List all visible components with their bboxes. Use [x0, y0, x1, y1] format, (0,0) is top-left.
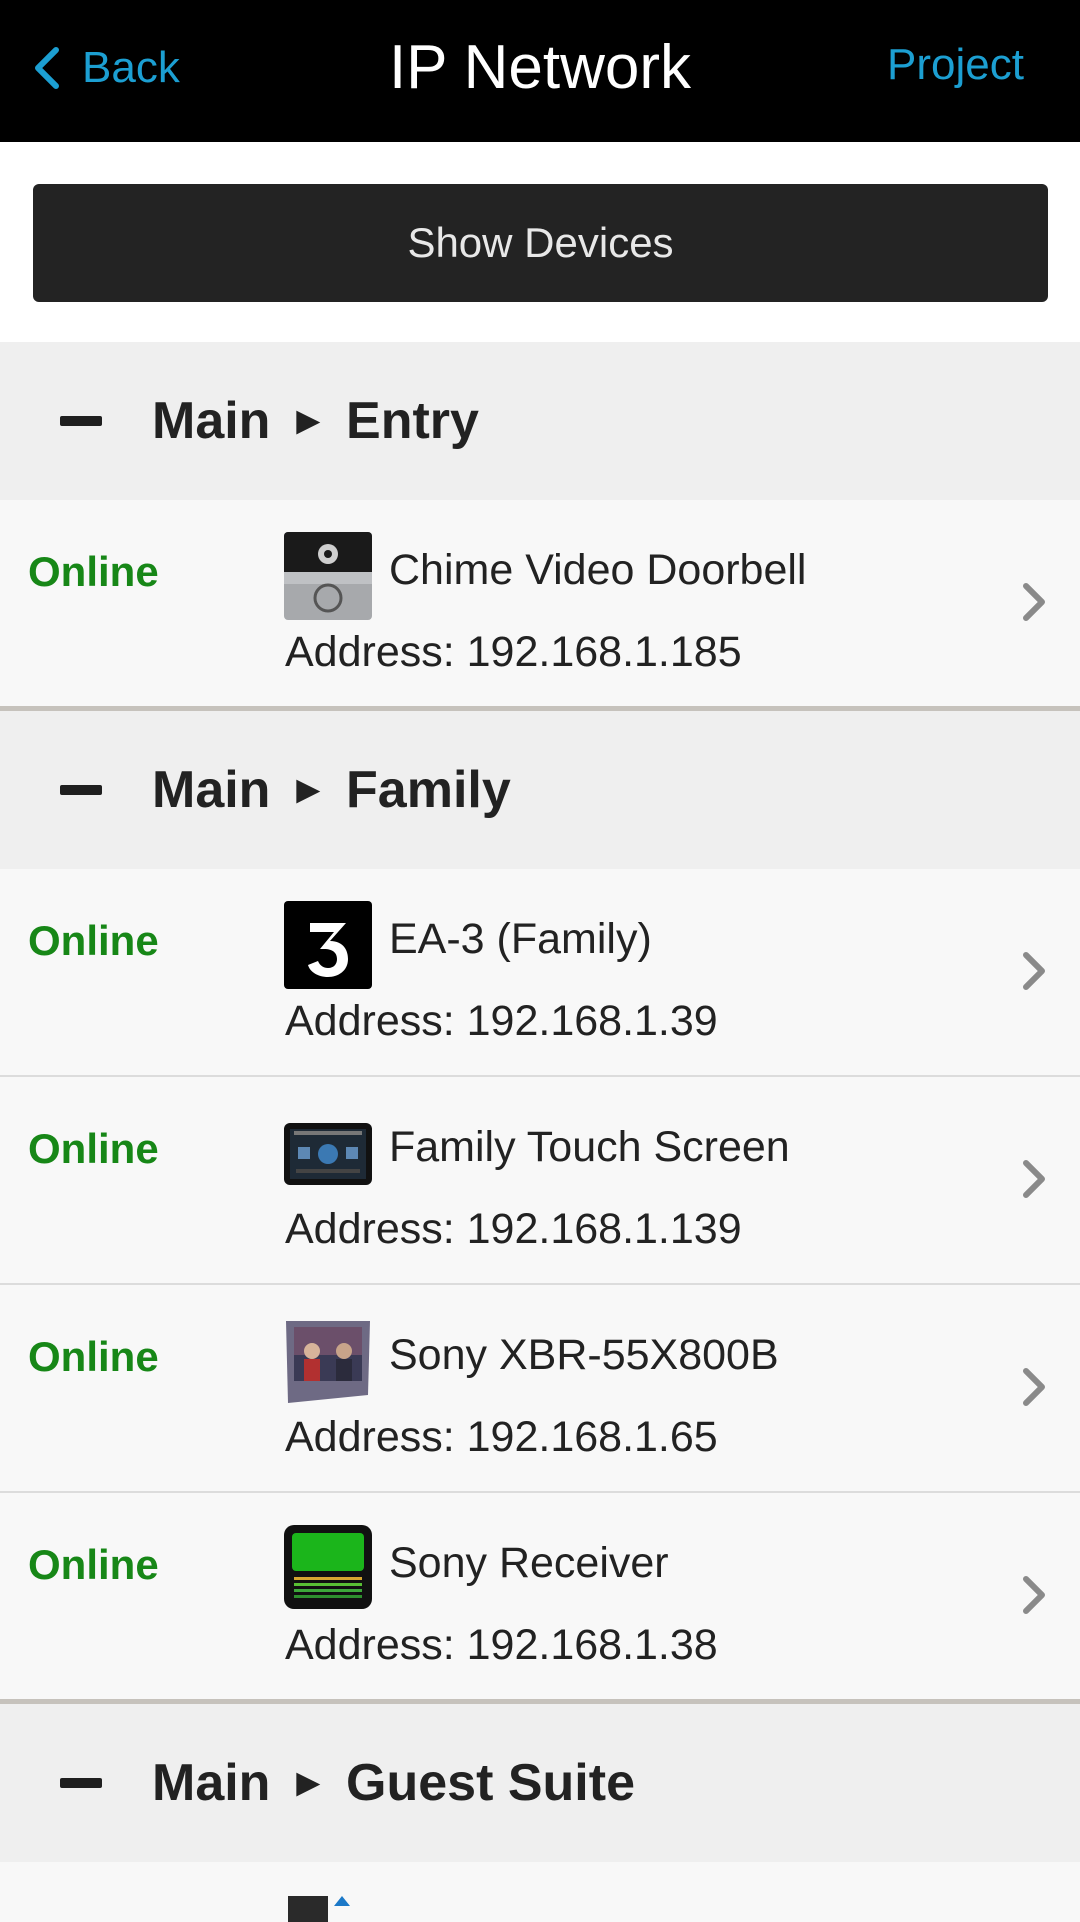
status-label: Online [28, 1541, 159, 1588]
device-row-partial[interactable] [0, 1862, 1080, 1922]
tv-icon [284, 1317, 372, 1405]
device-row-chime-doorbell[interactable]: Online Chime Video Doorbell Address: 192… [0, 500, 1080, 706]
group-header-family[interactable]: Main ► Family [0, 706, 1080, 869]
chevron-right-icon [1023, 1368, 1045, 1406]
back-button[interactable]: Back [30, 38, 180, 98]
top-navigation-bar: Back IP Network Project [0, 0, 1080, 142]
controller-ea3-icon [284, 901, 372, 989]
device-row-sony-receiver[interactable]: Online Sony Receiver Address: 192.168.1.… [0, 1493, 1080, 1699]
device-address: Address: 192.168.1.185 [285, 628, 742, 676]
group-header-guest-suite[interactable]: Main ► Guest Suite [0, 1699, 1080, 1862]
arrow-right-icon: ► [288, 1760, 329, 1805]
arrow-right-icon: ► [288, 398, 329, 443]
chevron-right-icon [1023, 1160, 1045, 1198]
status-label: Online [28, 917, 159, 964]
group-floor-label: Main [152, 392, 271, 450]
chevron-left-icon [35, 47, 59, 89]
collapse-icon[interactable] [60, 785, 102, 795]
device-row-ea3[interactable]: Online EA-3 (Family) Address: 192.168.1.… [0, 869, 1080, 1077]
device-address: Address: 192.168.1.38 [285, 1621, 718, 1669]
device-name: EA-3 (Family) [389, 915, 652, 963]
device-list: Main ► Entry Online Chime Video Doorbell… [0, 342, 1080, 1922]
doorbell-icon [284, 532, 372, 620]
show-devices-container: Show Devices [0, 142, 1080, 342]
receiver-icon [284, 1525, 372, 1613]
device-thumbnail-icon [284, 1896, 372, 1922]
back-label: Back [82, 43, 180, 92]
chevron-right-icon [1023, 952, 1045, 990]
show-devices-button[interactable]: Show Devices [33, 184, 1048, 302]
touch-screen-icon [284, 1109, 372, 1197]
device-row-sony-tv[interactable]: Online Sony XBR-55X800B Address: 192.168… [0, 1285, 1080, 1493]
group-floor-label: Main [152, 1754, 271, 1812]
device-address: Address: 192.168.1.65 [285, 1413, 718, 1461]
collapse-icon[interactable] [60, 416, 102, 426]
arrow-right-icon: ► [288, 767, 329, 812]
device-address: Address: 192.168.1.39 [285, 997, 718, 1045]
device-name: Sony XBR-55X800B [389, 1331, 779, 1379]
chevron-right-icon [1023, 1576, 1045, 1614]
status-label: Online [28, 1333, 159, 1380]
group-room-label: Guest Suite [346, 1754, 635, 1812]
status-label: Online [28, 1125, 159, 1172]
group-floor-label: Main [152, 761, 271, 819]
group-room-label: Entry [346, 392, 479, 450]
group-room-label: Family [346, 761, 511, 819]
chevron-right-icon [1023, 583, 1045, 621]
device-name: Family Touch Screen [389, 1123, 790, 1171]
collapse-icon[interactable] [60, 1778, 102, 1788]
project-button[interactable]: Project [887, 40, 1024, 90]
status-label: Online [28, 548, 159, 595]
device-name: Chime Video Doorbell [389, 546, 807, 594]
group-header-entry[interactable]: Main ► Entry [0, 342, 1080, 500]
device-row-family-touch-screen[interactable]: Online Family Touch Screen Address: 192.… [0, 1077, 1080, 1285]
device-name: Sony Receiver [389, 1539, 669, 1587]
device-address: Address: 192.168.1.139 [285, 1205, 742, 1253]
